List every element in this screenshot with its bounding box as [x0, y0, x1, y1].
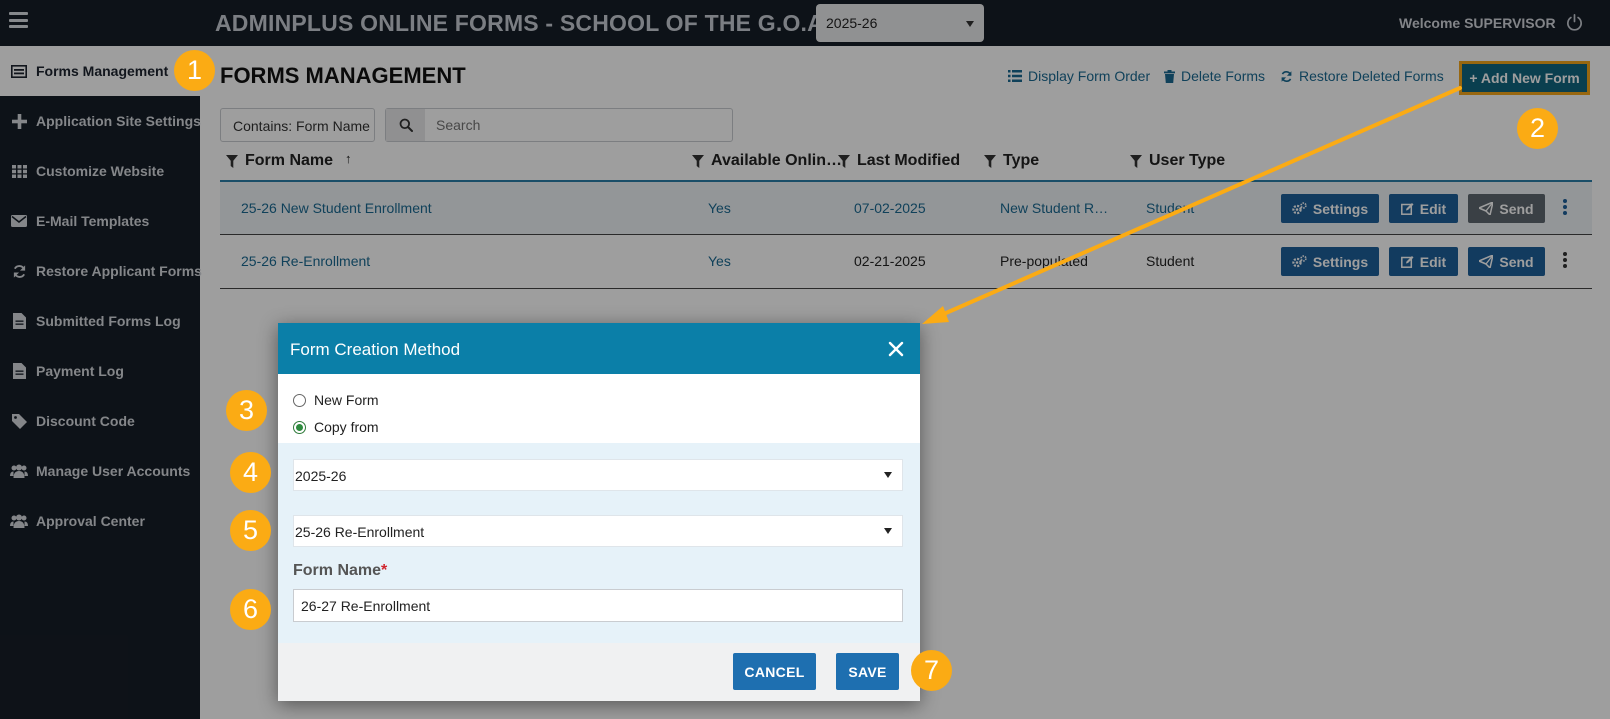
radio-label: New Form — [314, 392, 379, 408]
radio-button[interactable] — [293, 393, 306, 407]
callout-badge: 6 — [230, 589, 271, 630]
caret-down-icon — [884, 528, 892, 534]
source-year-select[interactable]: 2025-26 — [293, 459, 903, 491]
dialog-footer — [278, 643, 920, 701]
cancel-button[interactable]: CANCEL — [733, 653, 816, 690]
callout-badge: 5 — [230, 510, 271, 551]
required-asterisk: * — [381, 562, 388, 579]
radio-copy-from[interactable]: Copy from — [293, 419, 379, 435]
save-button[interactable]: SAVE — [836, 653, 899, 690]
callout-badge: 7 — [911, 650, 952, 691]
dialog-header: Form Creation Method — [278, 323, 920, 374]
close-icon[interactable] — [888, 341, 904, 357]
callout-badge: 2 — [1517, 108, 1558, 149]
callout-badge: 1 — [174, 50, 215, 91]
radio-button-selected[interactable] — [293, 420, 306, 434]
select-value: 2025-26 — [295, 468, 347, 484]
callout-badge: 4 — [230, 452, 271, 493]
caret-down-icon — [884, 472, 892, 478]
form-name-label: Form Name* — [293, 562, 387, 580]
select-value: 25-26 Re-Enrollment — [295, 524, 425, 540]
source-form-select[interactable]: 25-26 Re-Enrollment — [293, 515, 903, 547]
form-name-label-text: Form Name — [293, 562, 382, 579]
dialog-title: Form Creation Method — [290, 340, 461, 359]
callout-badge: 3 — [226, 390, 267, 431]
form-name-input[interactable] — [293, 589, 903, 622]
radio-label: Copy from — [314, 419, 379, 435]
form-creation-dialog: Form Creation Method New Form Copy from … — [278, 323, 920, 701]
radio-new-form[interactable]: New Form — [293, 392, 379, 408]
